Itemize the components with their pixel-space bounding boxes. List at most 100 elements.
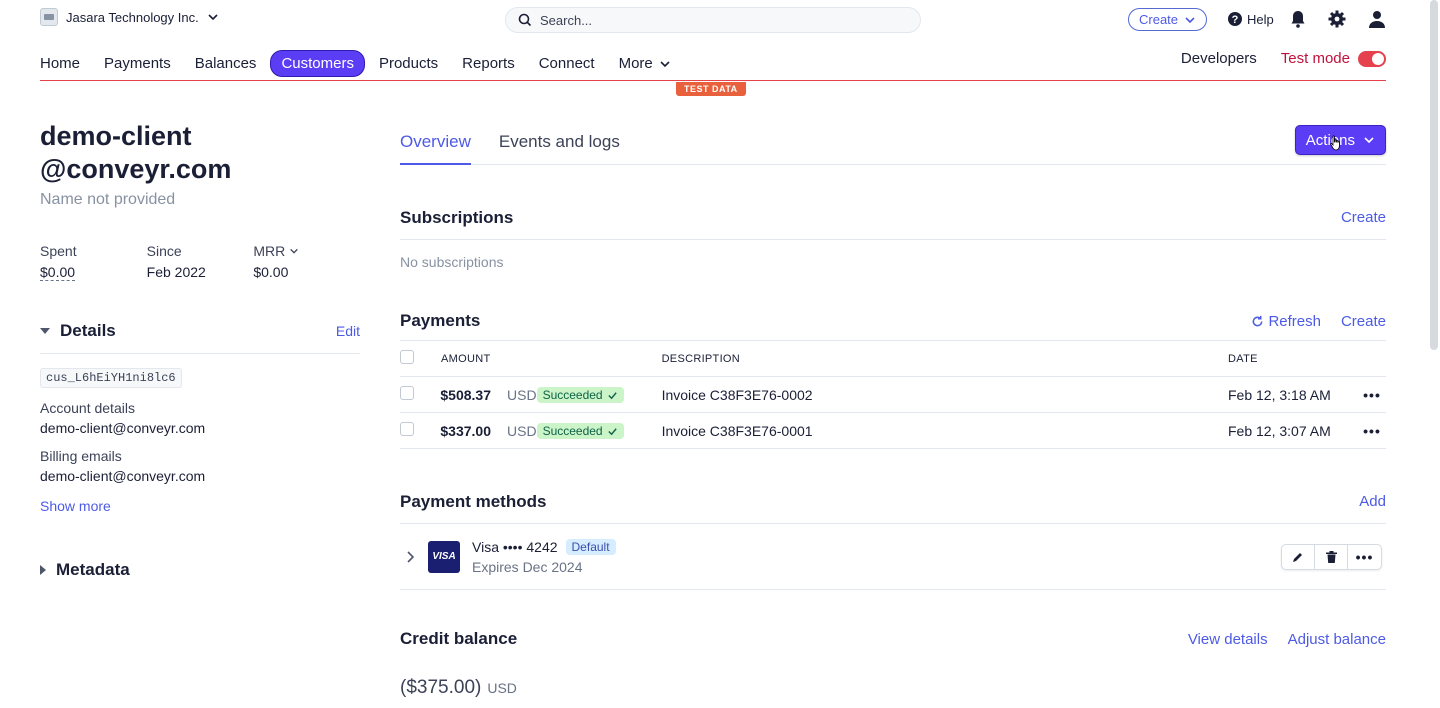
payments-table-header: Amount Description Date xyxy=(400,340,1386,377)
billing-emails-value: demo-client@conveyr.com xyxy=(40,468,206,484)
nav-item-reports[interactable]: Reports xyxy=(452,51,525,76)
stat-spent-value[interactable]: $0.00 xyxy=(40,264,76,281)
payment-description: Invoice C38F3E76-0001 xyxy=(661,412,1228,449)
amount-header[interactable]: Amount xyxy=(434,340,662,377)
nav-item-balances[interactable]: Balances xyxy=(185,51,267,76)
checkmark-icon xyxy=(607,391,617,399)
refresh-label: Refresh xyxy=(1268,312,1321,330)
delete-trash-icon[interactable] xyxy=(1315,545,1348,569)
row-more-icon[interactable]: ••• xyxy=(1358,376,1386,413)
credit-balance-currency: USD xyxy=(487,680,517,696)
help-icon: ? xyxy=(1228,12,1242,26)
search-bar[interactable] xyxy=(505,7,921,33)
payments-table: Amount Description Date $508.37 USD Succ… xyxy=(400,340,1386,449)
account-switcher[interactable]: Jasara Technology Inc. xyxy=(40,8,219,26)
toggle-switch[interactable] xyxy=(1358,50,1386,67)
table-row[interactable]: $508.37 USD Succeeded Invoice C38F3E76-0… xyxy=(400,376,1386,413)
visa-card-icon: VISA xyxy=(428,540,460,573)
tab-overview[interactable]: Overview xyxy=(400,120,471,165)
create-button[interactable]: Create xyxy=(1128,8,1208,31)
nav-item-payments[interactable]: Payments xyxy=(94,51,181,76)
show-more-link[interactable]: Show more xyxy=(40,498,111,514)
description-header[interactable]: Description xyxy=(661,340,1228,377)
refresh-icon xyxy=(1253,315,1263,326)
adjust-balance-link[interactable]: Adjust balance xyxy=(1288,631,1386,648)
developers-link[interactable]: Developers xyxy=(1181,50,1257,67)
row-checkbox[interactable] xyxy=(400,386,414,400)
hand-pointer-cursor-icon xyxy=(1330,135,1340,151)
payment-method-actions: ••• xyxy=(1281,544,1382,570)
test-mode-toggle[interactable]: Test mode xyxy=(1281,50,1386,67)
add-payment-method-link[interactable]: Add xyxy=(1359,493,1386,510)
settings-gear-icon[interactable] xyxy=(1328,10,1346,31)
payment-status-cell: Succeeded xyxy=(536,412,662,449)
details-toggle[interactable]: Details xyxy=(40,321,116,341)
metadata-toggle[interactable]: Metadata xyxy=(40,560,360,580)
table-row[interactable]: $337.00 USD Succeeded Invoice C38F3E76-0… xyxy=(400,412,1386,449)
stat-since-label: Since xyxy=(146,243,182,259)
payment-description: Invoice C38F3E76-0002 xyxy=(661,376,1228,413)
status-label: Succeeded xyxy=(542,424,603,438)
stat-mrr-label: MRR xyxy=(253,243,286,259)
stat-spent: Spent $0.00 xyxy=(40,243,147,281)
stat-since-value: Feb 2022 xyxy=(146,264,206,280)
subscriptions-empty: No subscriptions xyxy=(400,254,504,270)
notifications-bell-icon[interactable] xyxy=(1290,10,1306,31)
details-title: Details xyxy=(60,321,116,340)
credit-balance-title: Credit balance xyxy=(400,629,518,648)
nav-item-products[interactable]: Products xyxy=(369,51,448,76)
select-all-checkbox[interactable] xyxy=(400,350,414,364)
row-checkbox[interactable] xyxy=(400,422,414,436)
create-payment-link[interactable]: Create xyxy=(1341,313,1386,330)
subscriptions-title: Subscriptions xyxy=(400,207,514,227)
help-button[interactable]: ? Help xyxy=(1227,11,1274,27)
account-name: Jasara Technology Inc. xyxy=(66,9,199,25)
credit-balance-section: Credit balance View details Adjust balan… xyxy=(400,617,1386,699)
select-all-cell xyxy=(400,340,434,377)
payments-header: Payments Refresh Create xyxy=(400,302,1386,340)
customer-email-line2: @conveyr.com xyxy=(40,154,232,184)
details-header: Details Edit xyxy=(40,321,360,354)
nav-item-customers[interactable]: Customers xyxy=(270,50,365,77)
page-scrollbar[interactable] xyxy=(1430,0,1438,350)
stat-mrr[interactable]: MRR $0.00 xyxy=(253,243,360,281)
stat-mrr-label-row[interactable]: MRR xyxy=(253,243,360,259)
customer-name: Name not provided xyxy=(40,191,176,208)
search-input[interactable] xyxy=(540,12,900,28)
credit-balance-value: ($375.00) USD xyxy=(400,677,1386,699)
status-badge: Succeeded xyxy=(536,423,624,439)
create-subscription-link[interactable]: Create xyxy=(1341,209,1386,226)
row-actions-header xyxy=(1358,340,1386,377)
payment-methods-title: Payment methods xyxy=(400,491,547,511)
account-logo-icon xyxy=(40,8,58,26)
more-options-icon[interactable]: ••• xyxy=(1348,545,1381,569)
user-profile-icon[interactable] xyxy=(1368,10,1386,31)
payment-method-row[interactable]: VISA Visa •••• 4242 Default Expires Dec … xyxy=(400,524,1386,590)
customer-id[interactable]: cus_L6hEiYH1ni8lc6 xyxy=(40,368,182,388)
status-label: Succeeded xyxy=(542,388,603,402)
payment-method-name-row: Visa •••• 4242 Default xyxy=(472,538,616,555)
nav-item-more[interactable]: More xyxy=(609,51,681,76)
payment-amount: $337.00 xyxy=(434,412,491,449)
row-more-icon[interactable]: ••• xyxy=(1358,412,1386,449)
customer-email-title: demo-client @conveyr.com xyxy=(40,120,360,186)
payment-methods-header: Payment methods Add xyxy=(400,480,1386,524)
top-bar: Jasara Technology Inc. Create ? Help xyxy=(0,0,1440,40)
tab-events-logs[interactable]: Events and logs xyxy=(499,120,620,165)
payment-status-cell: Succeeded xyxy=(536,376,662,413)
payment-currency: USD xyxy=(491,376,537,413)
test-mode-label: Test mode xyxy=(1280,50,1350,67)
edit-details-link[interactable]: Edit xyxy=(336,323,360,339)
date-header[interactable]: Date xyxy=(1228,340,1358,377)
nav-item-home[interactable]: Home xyxy=(40,51,90,76)
svg-text:?: ? xyxy=(1232,14,1239,26)
checkmark-icon xyxy=(607,427,617,435)
chevron-right-icon[interactable] xyxy=(406,550,416,564)
chevron-down-icon xyxy=(208,14,218,21)
view-details-link[interactable]: View details xyxy=(1188,631,1268,648)
help-label: Help xyxy=(1247,11,1274,27)
refresh-payments-link[interactable]: Refresh xyxy=(1251,313,1321,330)
edit-pencil-icon[interactable] xyxy=(1282,545,1315,569)
nav-item-connect[interactable]: Connect xyxy=(529,51,605,76)
billing-emails: Billing emails demo-client@conveyr.com xyxy=(40,448,360,484)
